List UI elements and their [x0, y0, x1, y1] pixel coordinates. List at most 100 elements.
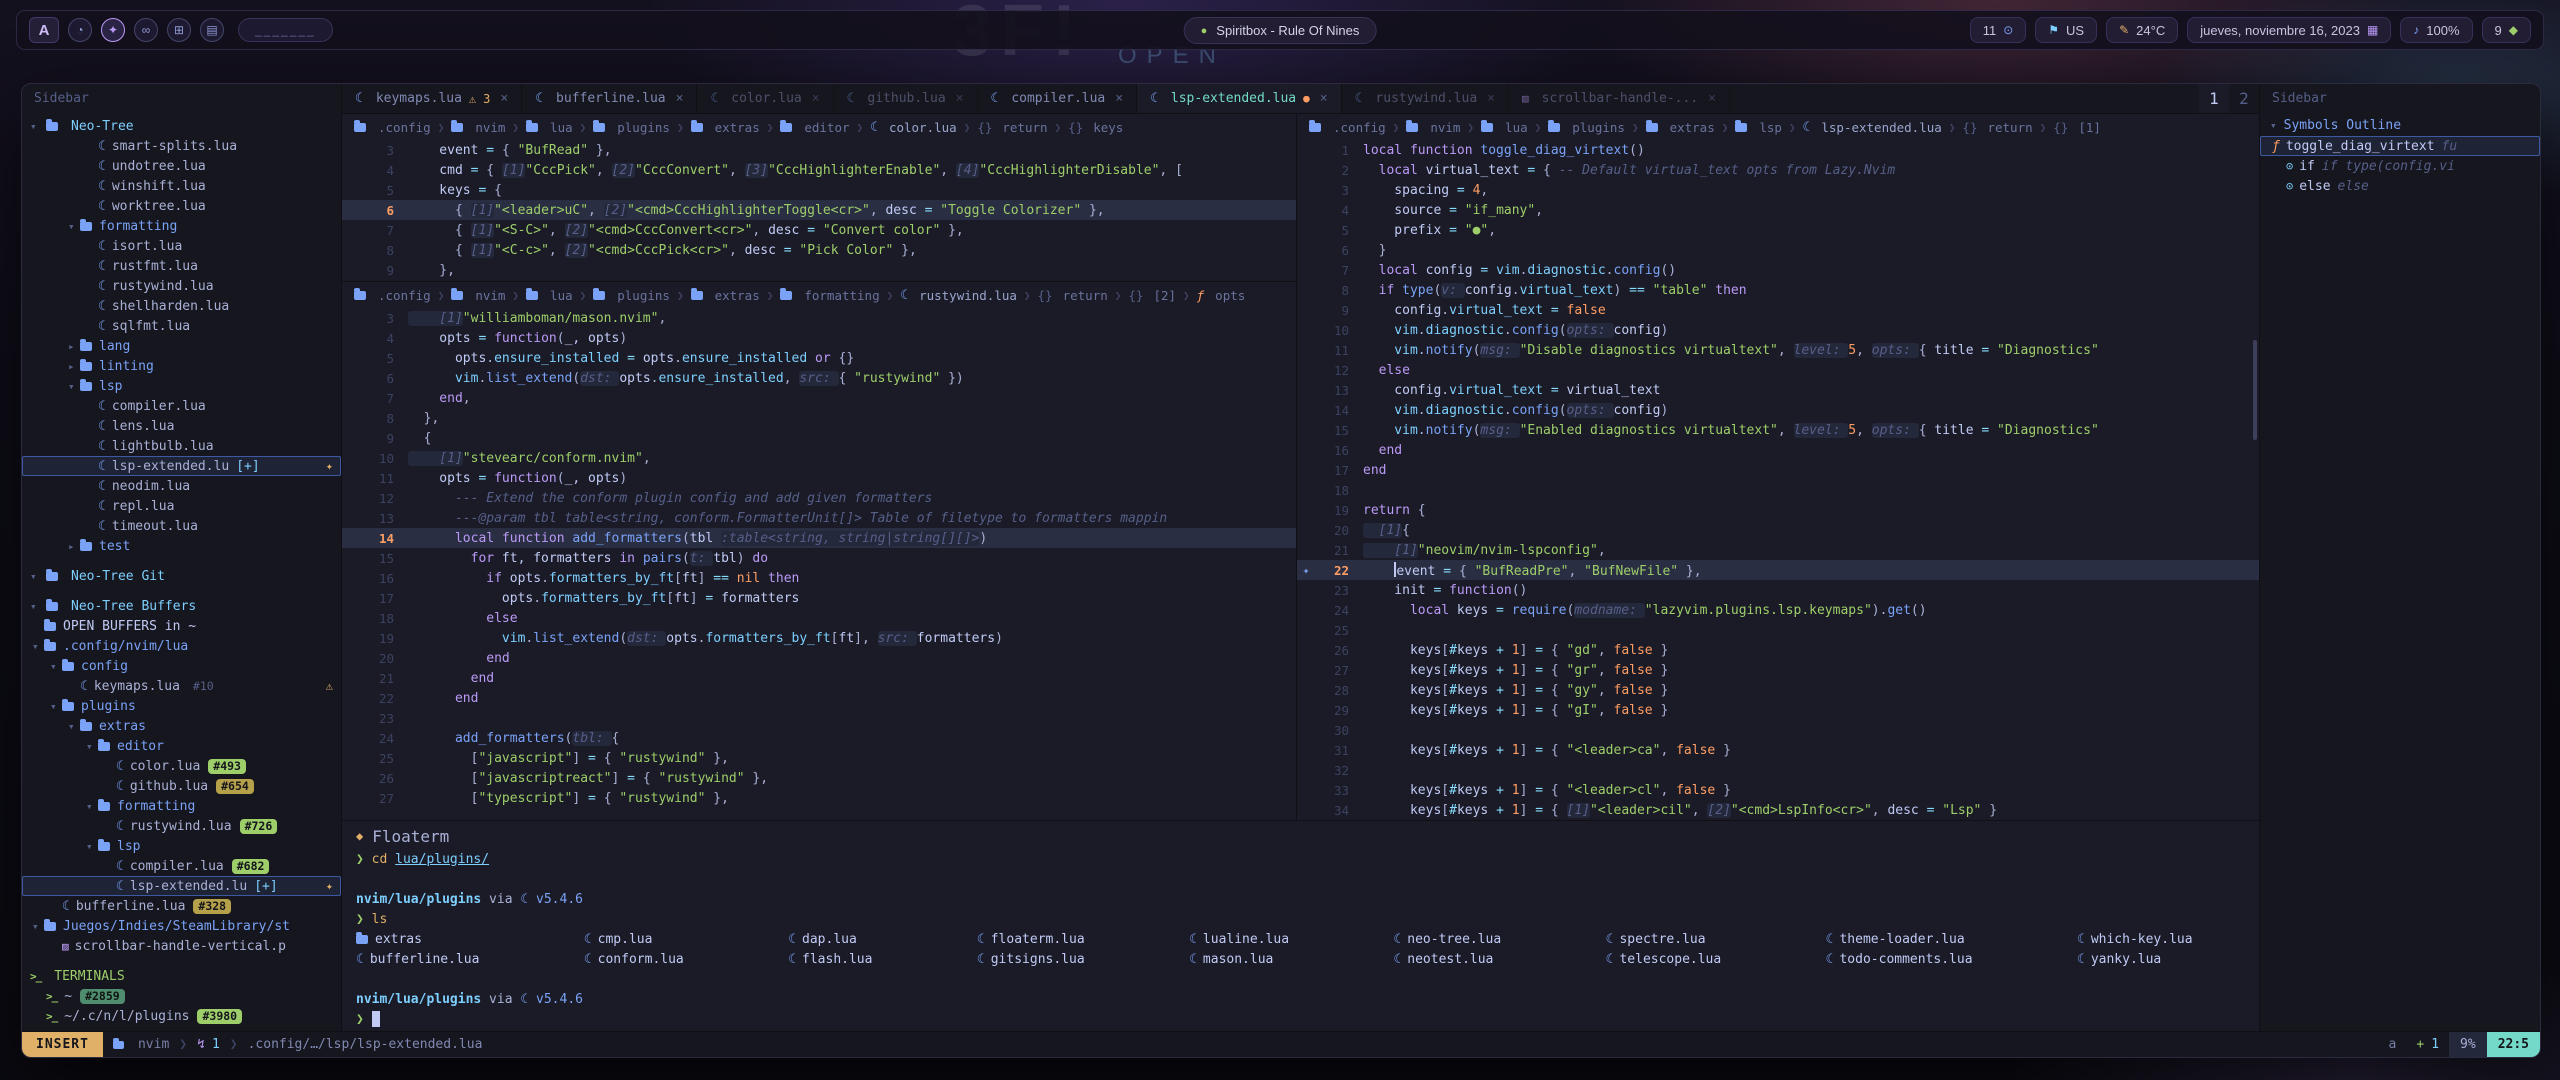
code-line[interactable]: 15 for ft, formatters in pairs(t: tbl) d… — [342, 548, 1296, 568]
code-line[interactable]: 8 { [1]"<C-c>", [2]"<cmd>CccPick<cr>", d… — [342, 240, 1296, 260]
tree-item[interactable]: ☾winshift.lua — [22, 176, 341, 196]
workspace-button-2[interactable]: ✦ — [101, 18, 125, 42]
ls-output-item[interactable]: extras — [356, 929, 546, 949]
tree-item[interactable]: ☾neodim.lua — [22, 476, 341, 496]
breadcrumb-item[interactable]: extras — [1646, 120, 1715, 135]
code-line[interactable]: 21 end — [342, 668, 1296, 688]
code-line[interactable]: 9 }, — [342, 260, 1296, 280]
code-line[interactable]: 5 opts.ensure_installed = opts.ensure_in… — [342, 348, 1296, 368]
ls-output-item[interactable]: ☾neotest.lua — [1393, 949, 1567, 969]
app-launcher-button[interactable]: A — [29, 17, 59, 43]
code-line[interactable]: 19 vim.list_extend(dst: opts.formatters_… — [342, 628, 1296, 648]
code-line[interactable]: 16 end — [1297, 440, 2259, 460]
tree-item[interactable]: ☾smart-splits.lua — [22, 136, 341, 156]
ls-output-item[interactable]: ☾neo-tree.lua — [1393, 929, 1567, 949]
code-line[interactable]: 20 [1]{ — [1297, 520, 2259, 540]
breadcrumb-item[interactable]: lua — [526, 288, 573, 303]
workspace-button-1[interactable]: ◔ — [68, 18, 92, 42]
tab-lsp-extended-lua[interactable]: ☾lsp-extended.lua●× — [1137, 84, 1342, 113]
breadcrumb-item[interactable]: {}[1] — [2053, 120, 2101, 135]
tree-item[interactable]: ☾undotree.lua — [22, 156, 341, 176]
status-pill-4[interactable]: jueves, noviembre 16, 2023▦ — [2187, 17, 2391, 43]
code-line[interactable]: 14 local function add_formatters(tbl :ta… — [342, 528, 1296, 548]
tree-item[interactable]: ☾rustfmt.lua — [22, 256, 341, 276]
ls-output-item[interactable]: ☾conform.lua — [584, 949, 750, 969]
ls-output-item[interactable]: ☾lualine.lua — [1189, 929, 1355, 949]
ls-output-item[interactable]: ☾dap.lua — [788, 929, 939, 949]
tree-item[interactable]: ☾compiler.lua#682 — [22, 856, 341, 876]
tree-item[interactable]: ▾Juegos/Indies/SteamLibrary/st — [22, 916, 341, 936]
section-header-neo-tree-git[interactable]: ▾Neo-Tree Git — [22, 566, 341, 586]
tree-item[interactable]: ☾sqlfmt.lua — [22, 316, 341, 336]
code-line[interactable]: 17 opts.formatters_by_ft[ft] = formatter… — [342, 588, 1296, 608]
tree-item[interactable]: ☾lsp-extended.lu[+]✦ — [22, 456, 341, 476]
code-line[interactable]: 7 end, — [342, 388, 1296, 408]
tree-item[interactable]: ☾lens.lua — [22, 416, 341, 436]
code-line[interactable]: 34 keys[#keys + 1] = { [1]"<leader>cil",… — [1297, 800, 2259, 820]
status-pill-1[interactable]: 11⊙ — [1970, 17, 2027, 43]
code-line[interactable]: 4 opts = function(_, opts) — [342, 328, 1296, 348]
tree-item[interactable]: ▸test — [22, 536, 341, 556]
breadcrumb-item[interactable]: .config — [1309, 120, 1386, 135]
breadcrumb-item[interactable]: plugins — [593, 120, 670, 135]
code-line[interactable]: 1local function toggle_diag_virtext() — [1297, 140, 2259, 160]
code-line[interactable]: 18 else — [342, 608, 1296, 628]
ls-output-item[interactable]: ☾bufferline.lua — [356, 949, 546, 969]
code-line[interactable]: 30 — [1297, 720, 2259, 740]
tree-item[interactable]: ▾extras — [22, 716, 341, 736]
close-icon[interactable]: × — [812, 91, 820, 106]
code-line[interactable]: 10 vim.diagnostic.config(opts: config) — [1297, 320, 2259, 340]
tree-item[interactable]: ☾isort.lua — [22, 236, 341, 256]
code-line[interactable]: 22 end — [342, 688, 1296, 708]
breadcrumb-item[interactable]: lua — [1481, 120, 1528, 135]
close-icon[interactable]: × — [956, 91, 964, 106]
breadcrumb-item[interactable]: .config — [354, 120, 431, 135]
code-line[interactable]: 20 end — [342, 648, 1296, 668]
code-line[interactable]: 4 source = "if_many", — [1297, 200, 2259, 220]
workspace-button-3[interactable]: ∞ — [134, 18, 158, 42]
breadcrumb-item[interactable]: .config — [354, 288, 431, 303]
terminal-item[interactable]: >_~#2859 — [22, 986, 341, 1006]
code-line[interactable]: 17end — [1297, 460, 2259, 480]
ls-output-item[interactable]: ☾todo-comments.lua — [1826, 949, 2039, 969]
code-line[interactable]: 19return { — [1297, 500, 2259, 520]
tree-item[interactable]: ☾bufferline.lua#328 — [22, 896, 341, 916]
breadcrumb-item[interactable]: ☾lsp-extended.lua — [1803, 120, 1942, 135]
breadcrumb-item[interactable]: ☾rustywind.lua — [900, 288, 1017, 303]
code-line[interactable]: 24 local keys = require(modname: "lazyvi… — [1297, 600, 2259, 620]
section-header-terminals[interactable]: >_TERMINALS — [22, 966, 341, 986]
scrollbar-thumb[interactable] — [2253, 340, 2257, 440]
prompt-pill[interactable]: _______ — [238, 18, 333, 42]
ls-output-item[interactable]: ☾flash.lua — [788, 949, 939, 969]
breadcrumb-item[interactable]: ƒopts — [1197, 288, 1246, 303]
code-line[interactable]: 28 keys[#keys + 1] = { "gy", false } — [1297, 680, 2259, 700]
code-line[interactable]: 12 --- Extend the conform plugin config … — [342, 488, 1296, 508]
code-line[interactable]: 27 keys[#keys + 1] = { "gr", false } — [1297, 660, 2259, 680]
section-header-neo-tree[interactable]: ▾Neo-Tree — [22, 116, 341, 136]
tree-item[interactable]: ▾config — [22, 656, 341, 676]
breadcrumb-item[interactable]: formatting — [780, 288, 879, 303]
tree-item[interactable]: ☾lightbulb.lua — [22, 436, 341, 456]
media-widget[interactable]: ● Spiritbox - Rule Of Nines — [1184, 17, 1377, 44]
breadcrumb-item[interactable]: {}return — [977, 120, 1047, 135]
code-line[interactable]: 5 keys = { — [342, 180, 1296, 200]
tree-item[interactable]: ☾rustywind.lua#726 — [22, 816, 341, 836]
code-line[interactable]: 18 — [1297, 480, 2259, 500]
tree-item[interactable]: ☾compiler.lua — [22, 396, 341, 416]
code-line[interactable]: 14 vim.diagnostic.config(opts: config) — [1297, 400, 2259, 420]
code-line[interactable]: 15 vim.notify(msg: "Enabled diagnostics … — [1297, 420, 2259, 440]
ls-output-item[interactable]: ☾theme-loader.lua — [1826, 929, 2039, 949]
section-header-neo-tree-buffers[interactable]: ▾Neo-Tree Buffers — [22, 596, 341, 616]
tree-item[interactable]: ☾github.lua#654 — [22, 776, 341, 796]
tree-item[interactable]: ▾plugins — [22, 696, 341, 716]
code-line[interactable]: 7 local config = vim.diagnostic.config() — [1297, 260, 2259, 280]
ls-output-item[interactable]: ☾which-key.lua — [2077, 929, 2259, 949]
tree-item[interactable]: ▾.config/nvim/lua — [22, 636, 341, 656]
code-line[interactable]: 23 — [342, 708, 1296, 728]
breadcrumb-item[interactable]: nvim — [451, 120, 505, 135]
breadcrumb-item[interactable]: {}[2] — [1128, 288, 1176, 303]
code-line[interactable]: 12 else — [1297, 360, 2259, 380]
code-line[interactable]: 16 if opts.formatters_by_ft[ft] == nil t… — [342, 568, 1296, 588]
close-icon[interactable]: × — [500, 91, 508, 106]
code-line[interactable]: 10 [1]"stevearc/conform.nvim", — [342, 448, 1296, 468]
